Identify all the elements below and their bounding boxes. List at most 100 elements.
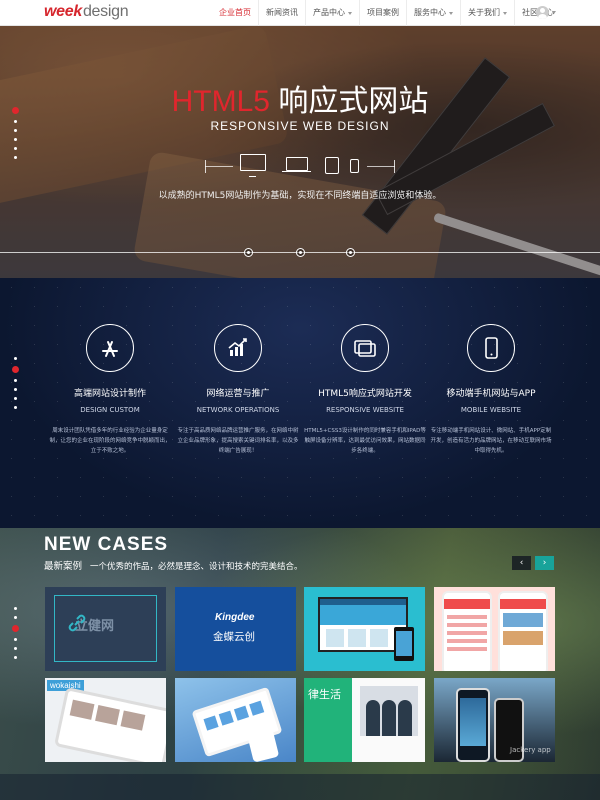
section-nav-dot[interactable] bbox=[12, 366, 19, 373]
chevron-down-icon bbox=[503, 11, 507, 15]
service-card[interactable]: 移动端手机网站与APP MOBILE WEBSITE 专注移动端手机网站设计、微… bbox=[426, 324, 556, 456]
cases-title: NEW CASES bbox=[44, 534, 169, 555]
section-nav-dot[interactable] bbox=[14, 397, 17, 400]
slider-dot[interactable] bbox=[244, 248, 253, 257]
user-menu[interactable] bbox=[536, 6, 556, 19]
service-description: 专注移动端手机网站设计、微网站、手机APP定制开发，创造有活力的品牌网站，在移动… bbox=[430, 428, 552, 454]
service-card[interactable]: HTML5响应式网站开发 RESPONSIVE WEBSITE HTML5+CS… bbox=[300, 324, 430, 456]
mock-icon bbox=[203, 715, 219, 731]
cases-subtitle-cn: 最新案例 bbox=[44, 561, 83, 572]
windows-icon bbox=[341, 324, 389, 372]
nav-label: 企业首页 bbox=[219, 8, 251, 17]
section-nav bbox=[12, 354, 19, 412]
service-subtitle: DESIGN CUSTOM bbox=[80, 406, 140, 414]
service-card[interactable]: 高端网站设计制作 DESIGN CUSTOM 周末设计团队凭借多年的行业经验为企… bbox=[45, 324, 175, 456]
mock-row bbox=[447, 623, 487, 627]
mock-bar bbox=[500, 599, 546, 609]
case-thumbnail[interactable] bbox=[175, 678, 296, 762]
chart-icon bbox=[214, 324, 262, 372]
case-thumbnail[interactable]: Jackery app bbox=[434, 678, 555, 762]
mock-image bbox=[95, 705, 120, 726]
section-nav-dot[interactable] bbox=[14, 357, 17, 360]
mock-image bbox=[503, 613, 543, 627]
mock-icon bbox=[249, 700, 265, 716]
phone-mockup bbox=[456, 688, 490, 762]
section-nav-dot[interactable] bbox=[14, 138, 17, 141]
section-nav-dot[interactable] bbox=[12, 107, 19, 114]
case-logo-text: 律生活 bbox=[308, 688, 341, 701]
laptop-icon bbox=[282, 157, 311, 172]
nav-item-home[interactable]: 企业首页 bbox=[212, 0, 259, 26]
service-subtitle: RESPONSIVE WEBSITE bbox=[326, 406, 404, 414]
section-nav-dot[interactable] bbox=[14, 616, 17, 619]
divider-line bbox=[367, 166, 395, 167]
mock-bar bbox=[444, 599, 490, 609]
mobile-icon bbox=[467, 324, 515, 372]
slider-dot[interactable] bbox=[296, 248, 305, 257]
hero-title-rest: 响应式网站 bbox=[278, 85, 429, 118]
section-nav-dot[interactable] bbox=[14, 120, 17, 123]
page: weekdesign 企业首页 新闻资讯 产品中心 项目案例 服务中心 关于我们… bbox=[0, 0, 600, 800]
cases-tagline: 一个优秀的作品，必然是理念、设计和技术的完美结合。 bbox=[90, 562, 303, 572]
monitor-icon bbox=[240, 154, 266, 177]
section-nav-dot[interactable] bbox=[14, 388, 17, 391]
next-button[interactable]: › bbox=[535, 556, 554, 570]
case-thumbnail[interactable]: Kingdee 金蝶云创 bbox=[175, 587, 296, 671]
nav-item-news[interactable]: 新闻资讯 bbox=[259, 0, 306, 26]
case-thumbnail[interactable]: 立健网 bbox=[45, 587, 166, 671]
logo-design: design bbox=[82, 3, 129, 20]
nav-label: 产品中心 bbox=[313, 8, 345, 17]
chevron-down-icon bbox=[449, 11, 453, 15]
hero-title-accent: HTML5 bbox=[171, 85, 270, 118]
slider-dot[interactable] bbox=[346, 248, 355, 257]
mock-icon bbox=[218, 710, 234, 726]
section-nav-dot[interactable] bbox=[14, 647, 17, 650]
case-thumbnail[interactable] bbox=[434, 587, 555, 671]
case-thumbnail[interactable] bbox=[304, 587, 425, 671]
main-nav: 企业首页 新闻资讯 产品中心 项目案例 服务中心 关于我们 社区中心 bbox=[212, 0, 561, 26]
mock-image bbox=[503, 631, 543, 645]
case-thumbnail[interactable]: 律生活 bbox=[304, 678, 425, 762]
nav-label: 服务中心 bbox=[414, 8, 446, 17]
hero-title: HTML5 响应式网站 bbox=[0, 76, 600, 120]
services-section: 高端网站设计制作 DESIGN CUSTOM 周末设计团队凭借多年的行业经验为企… bbox=[0, 278, 600, 528]
mock-block bbox=[370, 629, 388, 647]
section-nav-dot[interactable] bbox=[14, 656, 17, 659]
mock-row bbox=[447, 615, 487, 619]
prev-button[interactable]: ‹ bbox=[512, 556, 531, 570]
hero-description: 以成熟的HTML5网站制作为基础，实现在不同终端自适应浏览和体验。 bbox=[158, 191, 442, 201]
nav-item-cases[interactable]: 项目案例 bbox=[360, 0, 407, 26]
section-nav-dot[interactable] bbox=[14, 406, 17, 409]
nav-item-products[interactable]: 产品中心 bbox=[306, 0, 360, 26]
tablet-mockup bbox=[53, 687, 166, 762]
case-name: 金蝶云创 bbox=[213, 631, 255, 643]
section-nav-dot[interactable] bbox=[14, 156, 17, 159]
chevron-right-icon: › bbox=[542, 558, 547, 568]
service-description: 周末设计团队凭借多年的行业经验为企业量身定制，让您的企业在现阶段的网络竞争中脱颖… bbox=[49, 428, 171, 454]
mock-image bbox=[69, 699, 95, 720]
section-nav-dot[interactable] bbox=[14, 638, 17, 641]
nav-label: 关于我们 bbox=[468, 8, 500, 17]
section-nav bbox=[12, 104, 19, 162]
site-logo[interactable]: weekdesign bbox=[44, 3, 129, 21]
nav-item-about[interactable]: 关于我们 bbox=[461, 0, 515, 26]
section-nav bbox=[12, 604, 19, 662]
top-header: weekdesign 企业首页 新闻资讯 产品中心 项目案例 服务中心 关于我们… bbox=[0, 0, 600, 26]
mock-row bbox=[447, 631, 487, 635]
mock-icon bbox=[233, 705, 250, 721]
section-nav-dot[interactable] bbox=[12, 625, 19, 632]
chevron-down-icon bbox=[552, 11, 556, 14]
service-title: 网络运营与推广 bbox=[206, 389, 270, 399]
section-nav-dot[interactable] bbox=[14, 379, 17, 382]
person-figure bbox=[382, 700, 396, 736]
service-card[interactable]: 网络运营与推广 NETWORK OPERATIONS 专注于高品质网络品牌运营推… bbox=[173, 324, 303, 456]
service-description: HTML5+CSS3设计制作的同时兼容手机和IPAD等触屏设备分辨率，达到最优访… bbox=[304, 428, 426, 454]
link-icon bbox=[68, 614, 86, 632]
nav-item-services[interactable]: 服务中心 bbox=[407, 0, 461, 26]
section-nav-dot[interactable] bbox=[14, 129, 17, 132]
section-nav-dot[interactable] bbox=[14, 607, 17, 610]
mock-row bbox=[447, 639, 487, 643]
case-thumbnail[interactable]: wokaishi bbox=[45, 678, 166, 762]
cases-subtitle: 最新案例 一个优秀的作品，必然是理念、设计和技术的完美结合。 bbox=[44, 558, 303, 572]
section-nav-dot[interactable] bbox=[14, 147, 17, 150]
